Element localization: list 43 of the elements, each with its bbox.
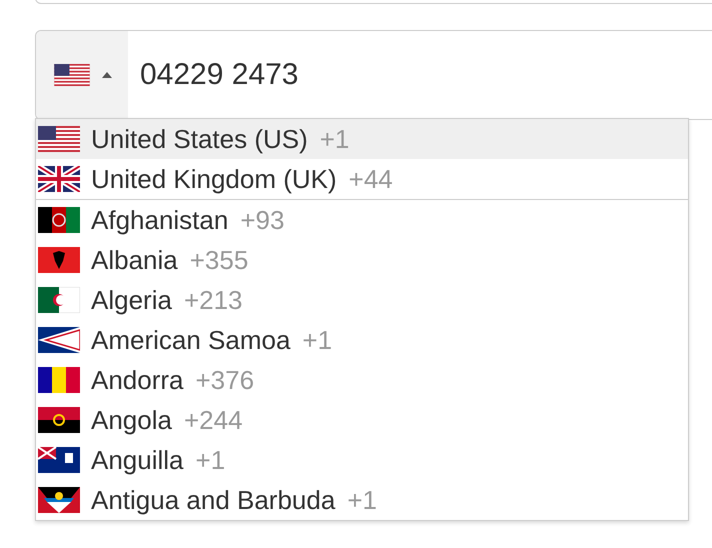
country-name: Albania bbox=[91, 244, 178, 276]
dial-code: +93 bbox=[240, 204, 284, 236]
country-option[interactable]: American Samoa +1 bbox=[36, 320, 688, 360]
country-select[interactable] bbox=[36, 31, 128, 119]
flag-icon bbox=[38, 327, 80, 353]
dial-code: +1 bbox=[196, 444, 226, 476]
dial-code: +1 bbox=[347, 484, 377, 516]
country-option[interactable]: United Kingdom (UK) +44 bbox=[36, 159, 688, 199]
country-name: Andorra bbox=[91, 364, 184, 396]
dial-code: +244 bbox=[184, 404, 243, 436]
flag-icon bbox=[38, 367, 80, 393]
flag-icon bbox=[38, 407, 80, 433]
dial-code: +376 bbox=[196, 364, 254, 396]
phone-field[interactable]: 04229 2473 bbox=[35, 30, 712, 120]
dial-code: +213 bbox=[184, 284, 243, 316]
country-option[interactable]: Antigua and Barbuda +1 bbox=[36, 480, 688, 520]
country-name: Antigua and Barbuda bbox=[91, 484, 336, 516]
dial-code: +44 bbox=[348, 164, 393, 194]
dial-code: +355 bbox=[190, 244, 248, 276]
country-option[interactable]: Algeria +213 bbox=[36, 280, 688, 320]
flag-icon bbox=[38, 447, 80, 473]
country-name: Afghanistan bbox=[91, 204, 228, 236]
country-name: Anguilla bbox=[91, 444, 184, 476]
country-name: United Kingdom (UK) bbox=[91, 164, 337, 194]
country-name: Algeria bbox=[91, 284, 172, 316]
country-name: American Samoa bbox=[91, 324, 290, 356]
country-name: United States (US) bbox=[91, 124, 308, 154]
flag-icon bbox=[38, 487, 80, 513]
flag-icon bbox=[38, 126, 80, 152]
flag-icon bbox=[52, 64, 92, 86]
flag-icon bbox=[38, 207, 80, 233]
country-option[interactable]: United States (US) +1 bbox=[36, 119, 688, 159]
dial-code: +1 bbox=[320, 124, 350, 154]
flag-icon bbox=[38, 166, 80, 192]
dial-code: +1 bbox=[302, 324, 332, 356]
country-name: Angola bbox=[91, 404, 172, 436]
flag-icon bbox=[38, 247, 80, 273]
country-option[interactable]: Andorra +376 bbox=[36, 360, 688, 400]
flag-icon bbox=[38, 287, 80, 313]
country-option[interactable]: Angola +244 bbox=[36, 400, 688, 440]
country-option[interactable]: Albania +355 bbox=[36, 240, 688, 280]
country-option[interactable]: Afghanistan +93 bbox=[36, 200, 688, 240]
country-option[interactable]: Anguilla +1 bbox=[36, 440, 688, 480]
